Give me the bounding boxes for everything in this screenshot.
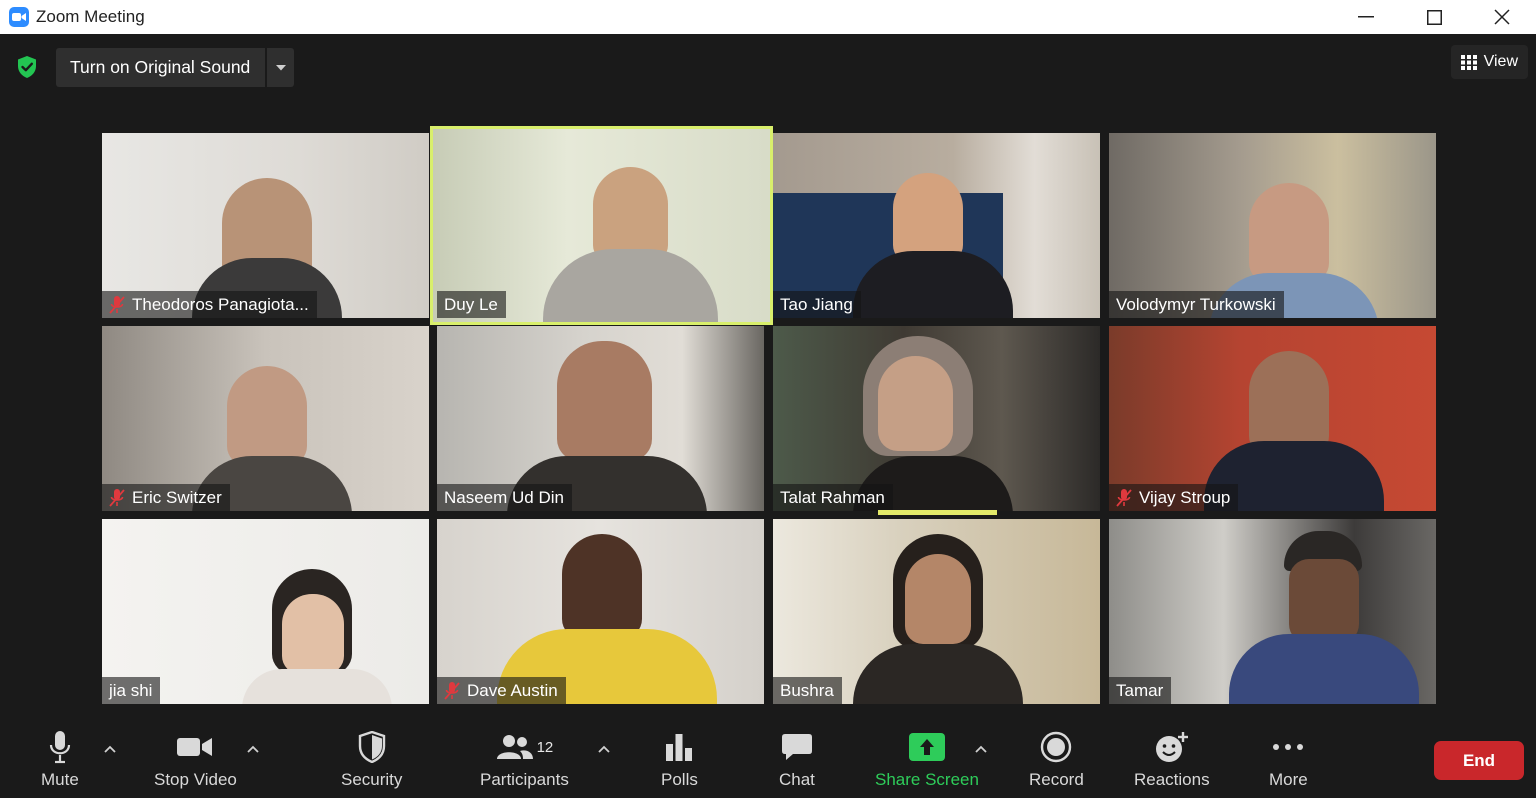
participant-video [593, 167, 668, 262]
participant-name-tag: Volodymyr Turkowski [1109, 291, 1284, 318]
record-icon [1041, 731, 1072, 763]
polls-button[interactable]: Polls [661, 730, 698, 790]
view-button[interactable]: View [1450, 45, 1528, 79]
video-tile[interactable]: Theodoros Panagiota... [102, 133, 429, 318]
participant-video [893, 173, 963, 263]
video-tile[interactable]: Tao Jiang [773, 133, 1100, 318]
participant-name-tag: Tamar [1109, 677, 1172, 704]
security-button[interactable]: Security [341, 730, 402, 790]
caret-down-icon [275, 64, 286, 70]
zoom-window: Zoom Meeting Turn on Original Sound View… [0, 0, 1536, 798]
chat-button[interactable]: Chat [779, 730, 815, 790]
meeting-top-bar: Turn on Original Sound View [0, 36, 1536, 98]
original-sound-button[interactable]: Turn on Original Sound [56, 48, 266, 87]
participant-name-tag: Talat Rahman [773, 484, 893, 511]
video-tile[interactable]: Volodymyr Turkowski [1109, 133, 1436, 318]
participant-name-tag: Vijay Stroup [1109, 484, 1239, 511]
polls-bar-chart-icon [666, 734, 693, 761]
participants-icon [496, 735, 533, 759]
video-tile[interactable]: Dave Austin [437, 519, 764, 704]
participant-video [1289, 559, 1359, 644]
muted-mic-icon [109, 488, 125, 507]
video-tile[interactable]: Vijay Stroup [1109, 326, 1436, 511]
participant-video [562, 534, 642, 639]
grid-icon [1460, 54, 1477, 70]
share-screen-arrow-icon [908, 733, 945, 761]
muted-mic-icon [444, 681, 460, 700]
participant-name-tag: Naseem Ud Din [437, 484, 572, 511]
more-button[interactable]: More [1269, 730, 1308, 790]
video-tile[interactable]: Bushra [773, 519, 1100, 704]
video-tile[interactable]: Talat Rahman [773, 326, 1100, 511]
chat-bubble-icon [781, 734, 812, 760]
audio-options-caret-icon[interactable] [104, 740, 116, 758]
participant-name-tag: jia shi [102, 677, 161, 704]
participants-count: 12 [536, 738, 554, 756]
encryption-shield-icon[interactable] [14, 54, 40, 80]
participants-button[interactable]: 12 Participants [480, 730, 569, 790]
window-title: Zoom Meeting [36, 7, 145, 26]
maximize-button[interactable] [1400, 0, 1468, 34]
minimize-button[interactable] [1332, 0, 1400, 34]
microphone-icon [49, 731, 70, 764]
video-options-caret-icon[interactable] [247, 740, 259, 758]
reactions-button[interactable]: Reactions [1134, 730, 1210, 790]
video-tile[interactable]: Tamar [1109, 519, 1436, 704]
video-tile[interactable]: Eric Switzer [102, 326, 429, 511]
video-tile[interactable]: Naseem Ud Din [437, 326, 764, 511]
participant-name-tag: Eric Switzer [102, 484, 230, 511]
security-shield-icon [358, 731, 385, 763]
participant-name-tag: Theodoros Panagiota... [102, 291, 317, 318]
video-tile[interactable]: jia shi [102, 519, 429, 704]
participant-name-tag: Bushra [773, 677, 842, 704]
participant-video [878, 356, 953, 451]
video-camera-icon [177, 738, 213, 756]
zoom-logo-icon [9, 7, 29, 27]
muted-mic-icon [1116, 488, 1132, 507]
active-speaker-indicator [878, 510, 997, 515]
muted-mic-icon [109, 295, 125, 314]
participant-video [905, 554, 971, 644]
participant-name-tag: Dave Austin [437, 677, 566, 704]
record-button[interactable]: Record [1029, 730, 1084, 790]
stop-video-button[interactable]: Stop Video [154, 730, 237, 790]
participant-name-tag: Duy Le [437, 291, 506, 318]
original-sound-dropdown[interactable] [267, 48, 295, 87]
close-button[interactable] [1468, 0, 1536, 34]
video-tile-active-speaker[interactable]: Duy Le [430, 126, 773, 325]
share-screen-button[interactable]: Share Screen [875, 730, 979, 790]
participant-video [1249, 183, 1329, 283]
participant-name-tag: Tao Jiang [773, 291, 861, 318]
view-label: View [1483, 53, 1518, 70]
mute-button[interactable]: Mute [41, 730, 79, 790]
reactions-smiley-icon [1155, 732, 1188, 762]
end-meeting-button[interactable]: End [1434, 741, 1524, 780]
title-bar: Zoom Meeting [0, 0, 1536, 34]
meeting-controls-toolbar: Mute Stop Video Security 12 Participants… [0, 718, 1536, 798]
participant-video [227, 366, 307, 466]
more-dots-icon [1273, 744, 1304, 750]
participant-video [557, 341, 652, 461]
participants-options-caret-icon[interactable] [598, 740, 610, 758]
share-options-caret-icon[interactable] [975, 740, 987, 758]
participant-video [282, 594, 344, 674]
